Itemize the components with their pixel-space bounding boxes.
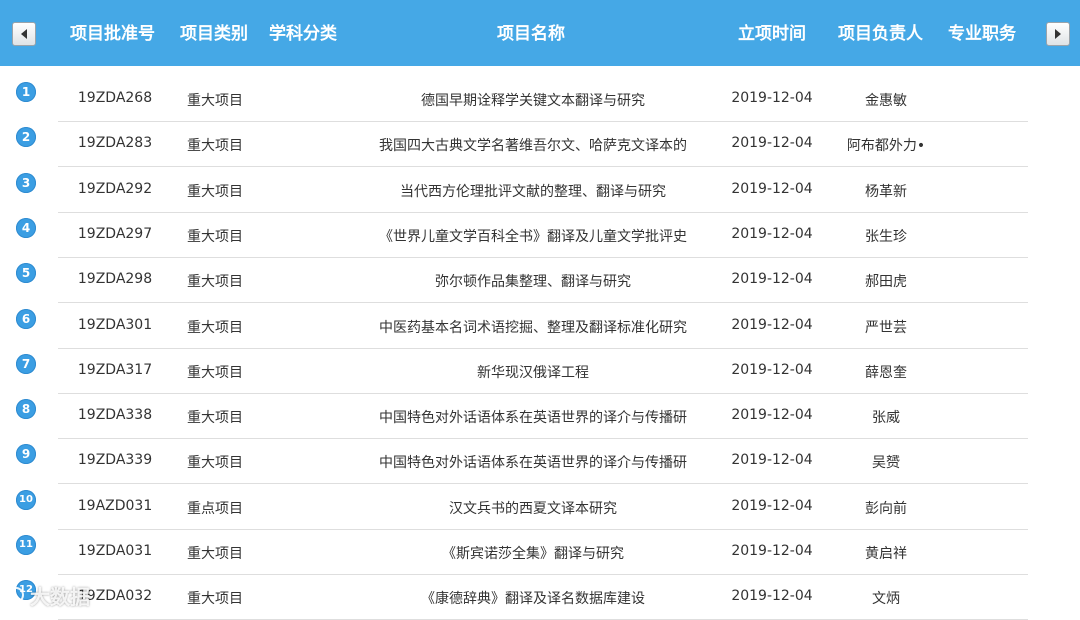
project-name-cell: 汉文兵书的西夏文译本研究	[449, 500, 617, 517]
table-row[interactable]: 3 19ZDA292 重大项目 当代西方伦理批评文献的整理、翻译与研究 2019-12-…	[0, 168, 1080, 213]
project-name-cell: 中医药基本名词术语挖掘、整理及翻译标准化研究	[379, 319, 687, 336]
left-arrow-icon	[21, 29, 27, 39]
leader-cell: 金惠敏	[865, 93, 907, 109]
leader-cell: 黄启祥	[865, 546, 907, 562]
col-approval-no[interactable]: 项目批准号	[70, 0, 155, 66]
table-row[interactable]: 11 19ZDA031 重大项目 《斯宾诺莎全集》翻译与研究 2019-12-04 黄启祥	[0, 530, 1080, 575]
watermark-text: 大数据	[30, 584, 90, 609]
table-row[interactable]: 6 19ZDA301 重大项目 中医药基本名词术语挖掘、整理及翻译标准化研究 2019-…	[0, 304, 1080, 349]
date-cell: 2019-12-04	[731, 135, 813, 152]
leader-cell: 彭向前	[865, 500, 907, 517]
table-row[interactable]: 4 19ZDA297 重大项目 《世界儿童文学百科全书》翻译及儿童文学批评史 2019-…	[0, 213, 1080, 258]
project-name-cell: 弥尔顿作品集整理、翻译与研究	[435, 274, 631, 291]
table-row[interactable]: 9 19ZDA339 重大项目 中国特色对外话语体系在英语世界的译介与传播研 2019-…	[0, 439, 1080, 485]
col-date[interactable]: 立项时间	[738, 0, 806, 66]
project-name-cell: 《斯宾诺莎全集》翻译与研究	[442, 546, 624, 562]
date-cell: 2019-12-04	[731, 271, 813, 288]
leader-cell: 严世芸	[865, 319, 907, 336]
date-cell: 2019-12-04	[731, 316, 813, 333]
row-number-badge: 5	[16, 263, 36, 284]
date-cell: 2019-12-04	[731, 407, 813, 424]
project-name-cell: 当代西方伦理批评文献的整理、翻译与研究	[400, 183, 666, 200]
leader-cell: 郝田虎	[865, 274, 907, 291]
table-row[interactable]: 10 19AZD031 重点项目 汉文兵书的西夏文译本研究 2019-12-04 彭向前	[0, 485, 1080, 530]
leader-cell: 杨革新	[865, 183, 907, 200]
row-number-badge: 11	[16, 535, 36, 555]
date-cell: 2019-12-04	[731, 452, 813, 469]
approval-no-cell: 19ZDA268	[77, 90, 153, 106]
col-title[interactable]: 专业职务	[948, 0, 1016, 66]
watermark: 大数据	[0, 580, 90, 610]
leader-cell: 薛恩奎	[865, 364, 907, 381]
approval-no-cell: 19ZDA339	[77, 452, 153, 469]
category-cell: 重大项目	[187, 319, 243, 336]
table-row[interactable]: 12 19ZDA032 重大项目 《康德辞典》翻译及译名数据库建设 2019-12-04…	[0, 575, 1080, 620]
col-category[interactable]: 项目类别	[180, 0, 248, 66]
col-leader[interactable]: 项目负责人	[838, 0, 923, 66]
right-arrow-icon	[1055, 29, 1061, 39]
project-name-cell: 《康德辞典》翻译及译名数据库建设	[421, 591, 645, 608]
table-row[interactable]: 5 19ZDA298 重大项目 弥尔顿作品集整理、翻译与研究 2019-12-04 郝田虎	[0, 258, 1080, 304]
row-number-badge: 2	[16, 127, 36, 148]
approval-no-cell: 19ZDA317	[77, 361, 153, 378]
table-row[interactable]: 7 19ZDA317 重大项目 新华现汉俄译工程 2019-12-04 薛恩奎	[0, 349, 1080, 394]
row-number-badge: 7	[16, 353, 36, 374]
leader-cell: 张生珍	[865, 228, 907, 245]
row-number-badge: 6	[16, 308, 36, 329]
date-cell: 2019-12-04	[731, 497, 813, 514]
category-cell: 重大项目	[187, 455, 243, 472]
table-row[interactable]: 2 19ZDA283 重大项目 我国四大古典文学名著维吾尔文、哈萨克文译本的 2019-…	[0, 122, 1080, 168]
row-number-badge: 4	[16, 217, 36, 238]
row-number-badge: 10	[16, 489, 36, 510]
date-cell: 2019-12-04	[731, 588, 813, 605]
approval-no-cell: 19ZDA298	[77, 271, 153, 288]
project-name-cell: 我国四大古典文学名著维吾尔文、哈萨克文译本的	[379, 138, 687, 155]
row-number-badge: 3	[16, 172, 36, 193]
row-number-badge: 1	[16, 82, 36, 102]
row-number-badge: 8	[16, 399, 36, 420]
approval-no-cell: 19ZDA297	[77, 225, 153, 242]
category-cell: 重大项目	[187, 546, 243, 562]
col-discipline[interactable]: 学科分类	[269, 0, 337, 66]
approval-no-cell: 19ZDA338	[77, 407, 153, 424]
row-number-badge: 9	[16, 444, 36, 465]
approval-no-cell: 19ZDA283	[77, 135, 153, 152]
watermark-logo-icon	[8, 587, 24, 603]
category-cell: 重大项目	[187, 274, 243, 291]
category-cell: 重大项目	[187, 183, 243, 200]
category-cell: 重大项目	[187, 138, 243, 155]
scroll-right-button[interactable]	[1046, 22, 1070, 46]
project-name-cell: 中国特色对外话语体系在英语世界的译介与传播研	[379, 455, 687, 472]
leader-cell: 吴赟	[872, 455, 900, 472]
approval-no-cell: 19AZD031	[77, 497, 153, 514]
leader-cell: 文炳	[872, 591, 900, 608]
project-name-cell: 《世界儿童文学百科全书》翻译及儿童文学批评史	[379, 228, 687, 245]
project-name-cell: 中国特色对外话语体系在英语世界的译介与传播研	[379, 410, 687, 427]
leader-cell: 阿布都外力•	[846, 138, 926, 155]
table-header: 项目批准号 项目类别 学科分类 项目名称 立项时间 项目负责人 专业职务	[0, 0, 1080, 66]
project-name-cell: 德国早期诠释学关键文本翻译与研究	[421, 93, 645, 109]
table-row[interactable]: 1 19ZDA268 重大项目 德国早期诠释学关键文本翻译与研究 2019-12-04 金…	[0, 77, 1080, 122]
approval-no-cell: 19ZDA292	[77, 180, 153, 197]
category-cell: 重大项目	[187, 591, 243, 608]
table-row[interactable]: 8 19ZDA338 重大项目 中国特色对外话语体系在英语世界的译介与传播研 2019-…	[0, 394, 1080, 440]
date-cell: 2019-12-04	[731, 225, 813, 242]
date-cell: 2019-12-04	[731, 90, 813, 106]
col-project-name[interactable]: 项目名称	[497, 0, 565, 66]
category-cell: 重点项目	[187, 500, 243, 517]
category-cell: 重大项目	[187, 228, 243, 245]
leader-cell: 张威	[872, 410, 900, 427]
scroll-left-button[interactable]	[12, 22, 36, 46]
date-cell: 2019-12-04	[731, 361, 813, 378]
category-cell: 重大项目	[187, 410, 243, 427]
category-cell: 重大项目	[187, 364, 243, 381]
project-name-cell: 新华现汉俄译工程	[477, 364, 589, 381]
approval-no-cell: 19ZDA031	[77, 543, 153, 559]
category-cell: 重大项目	[187, 93, 243, 109]
date-cell: 2019-12-04	[731, 180, 813, 197]
date-cell: 2019-12-04	[731, 543, 813, 559]
approval-no-cell: 19ZDA301	[77, 316, 153, 333]
